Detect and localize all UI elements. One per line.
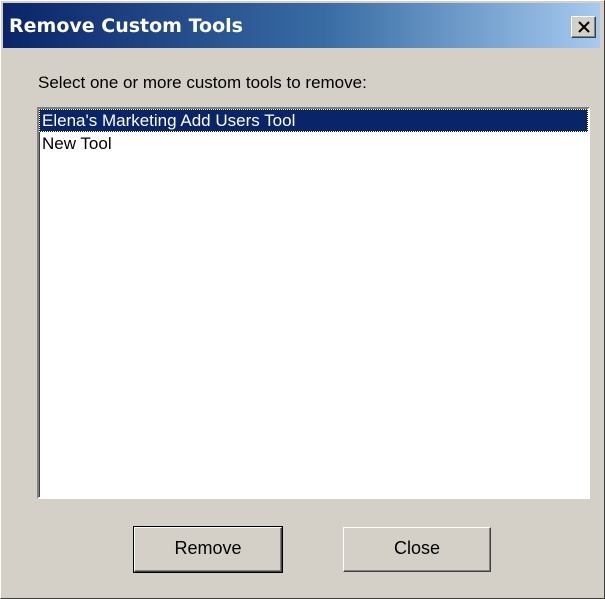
dialog-title: Remove Custom Tools: [9, 15, 243, 37]
close-icon: [578, 21, 590, 33]
remove-button[interactable]: Remove: [133, 526, 283, 573]
title-close-button[interactable]: [571, 16, 596, 38]
instruction-label: Select one or more custom tools to remov…: [38, 73, 367, 92]
list-item[interactable]: New Tool: [39, 132, 588, 155]
close-button[interactable]: Close: [343, 527, 491, 572]
list-item[interactable]: Elena's Marketing Add Users Tool: [39, 109, 588, 132]
remove-custom-tools-dialog: Remove Custom Tools Select one or more c…: [0, 0, 605, 599]
custom-tools-listbox[interactable]: Elena's Marketing Add Users Tool New Too…: [37, 107, 590, 499]
title-bar[interactable]: Remove Custom Tools: [3, 3, 600, 48]
